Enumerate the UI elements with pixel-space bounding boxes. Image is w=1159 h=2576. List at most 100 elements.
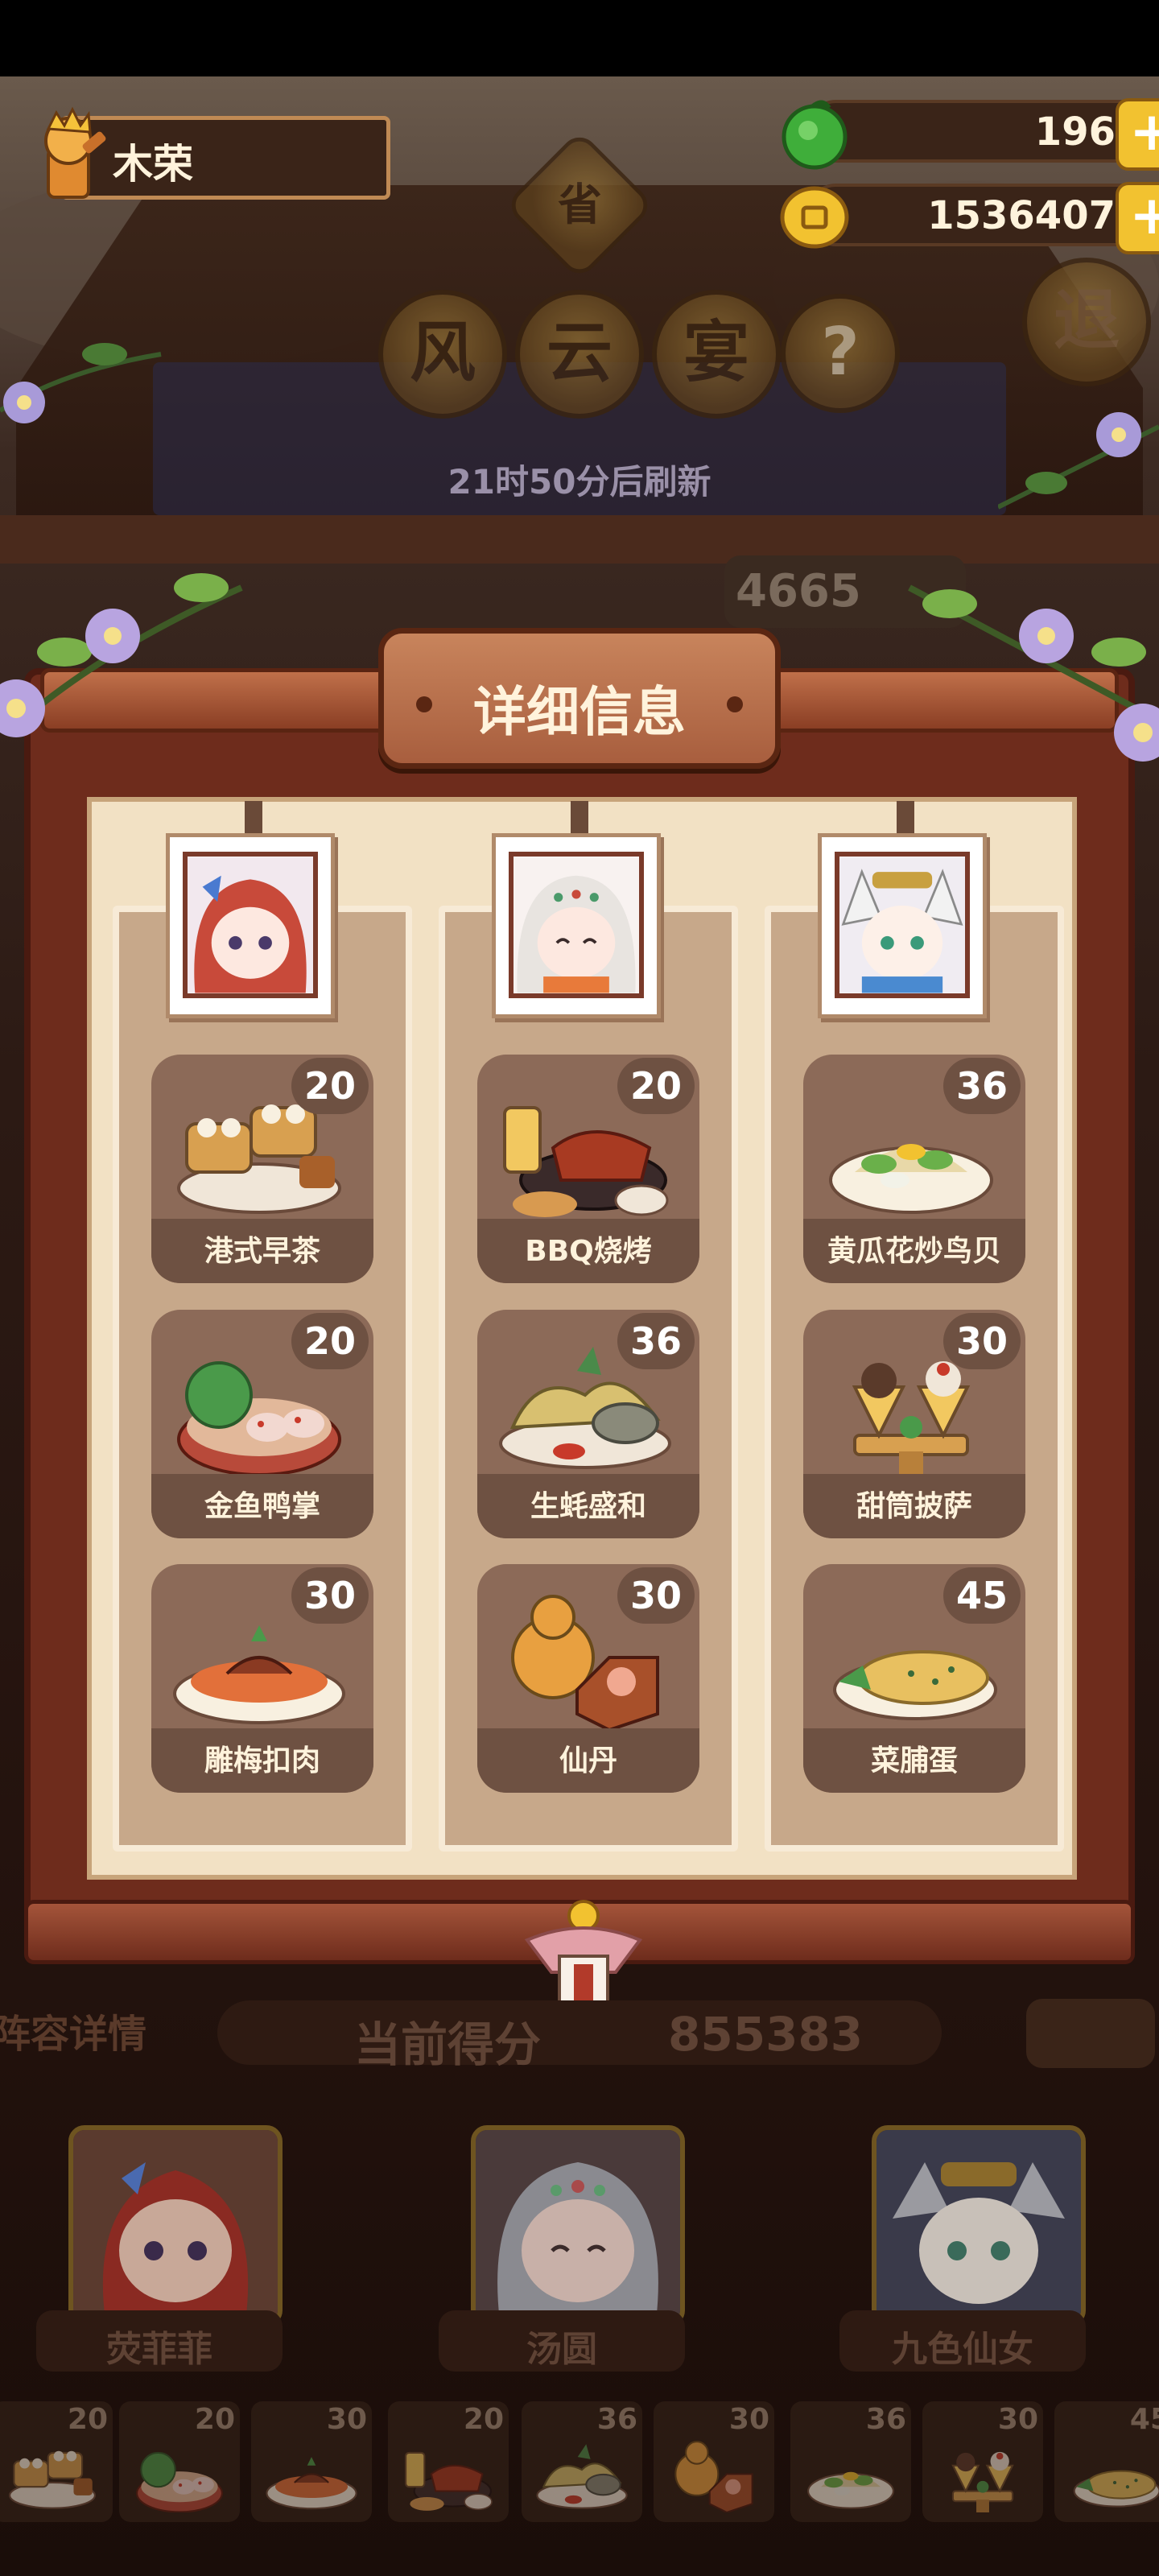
dish-card[interactable]: 港式早茶 20 <box>151 1055 373 1283</box>
portrait-frame <box>835 852 970 998</box>
strip-dish-item[interactable]: 36 <box>790 2401 911 2522</box>
dish-count-badge: 20 <box>617 1058 695 1114</box>
strip-dish-count: 45 <box>1129 2403 1159 2436</box>
dish-count-badge: 20 <box>291 1058 369 1114</box>
dish-card[interactable]: 菜脯蛋 45 <box>803 1564 1025 1793</box>
dish-card[interactable]: BBQ烧烤 20 <box>477 1055 699 1283</box>
refresh-timer: 21时50分后刷新 <box>448 462 711 502</box>
yun-button[interactable]: 云 <box>515 290 644 419</box>
vine-decoration-icon <box>998 412 1159 510</box>
yan-button[interactable]: 宴 <box>652 290 781 419</box>
strip-dish-item[interactable]: 30 <box>922 2401 1043 2522</box>
jade-amount: 196 <box>1034 109 1116 155</box>
dish-card[interactable]: 仙丹 30 <box>477 1564 699 1793</box>
province-char: 省 <box>558 179 602 231</box>
portrait-clip <box>897 801 914 833</box>
score-label: 当前得分 <box>354 2017 542 2072</box>
character-portrait-icon <box>514 857 639 993</box>
dish-count-badge: 30 <box>617 1567 695 1624</box>
strip-dish-count: 36 <box>596 2403 637 2436</box>
strip-dish-item[interactable]: 20 <box>0 2401 113 2522</box>
strip-dish-item[interactable]: 45 <box>1054 2401 1159 2522</box>
dish-count-badge: 30 <box>291 1567 369 1624</box>
dish-name: 黄瓜花炒鸟贝 <box>827 1235 1001 1268</box>
vine-decoration-icon <box>0 343 162 423</box>
modal-title-plaque: 详细信息 <box>378 628 781 769</box>
hero-name: 荧菲菲 <box>106 2329 212 2370</box>
strip-dish-item[interactable]: 36 <box>522 2401 642 2522</box>
character-portrait[interactable] <box>492 833 661 1018</box>
dish-icon <box>951 2451 1014 2512</box>
hero-portrait <box>471 2125 685 2326</box>
strip-dish-count: 30 <box>728 2403 769 2436</box>
dish-count-badge: 30 <box>943 1313 1021 1369</box>
dish-card[interactable]: 黄瓜花炒鸟贝 36 <box>803 1055 1025 1283</box>
dish-card[interactable]: 甜筒披萨 30 <box>803 1310 1025 1538</box>
feng-button[interactable]: 风 <box>378 290 507 419</box>
lineup-header: 阵容详情 当前得分 855383 <box>0 1984 1159 2073</box>
dish-name: 菜脯蛋 <box>870 1744 958 1777</box>
character-portrait[interactable] <box>818 833 987 1018</box>
strip-dish-item[interactable]: 20 <box>119 2401 240 2522</box>
character-portrait-icon <box>839 857 965 993</box>
strip-dish-count: 30 <box>326 2403 367 2436</box>
player-info[interactable]: 木荣 <box>24 106 390 203</box>
dish-count-badge: 36 <box>943 1058 1021 1114</box>
character-portrait-icon <box>188 857 313 993</box>
dish-card[interactable]: 雕梅扣肉 30 <box>151 1564 373 1793</box>
dish-name: BBQ烧烤 <box>525 1235 652 1268</box>
dish-icon <box>136 2451 223 2512</box>
add-coins-button[interactable]: + <box>1116 182 1159 254</box>
player-avatar-icon <box>44 106 106 199</box>
score-value: 855383 <box>668 2007 864 2062</box>
dish-icon <box>405 2451 493 2511</box>
exit-button[interactable]: 退 <box>1022 258 1151 386</box>
flower-decoration-icon <box>0 573 243 737</box>
hero-portrait-icon <box>476 2130 680 2322</box>
dish-count-badge: 45 <box>943 1567 1021 1624</box>
hero-card-1[interactable]: 荧菲菲 <box>36 2125 283 2372</box>
green-jade-icon <box>782 100 848 170</box>
strip-dish-count: 30 <box>997 2403 1038 2436</box>
strip-dish-count: 20 <box>194 2403 235 2436</box>
help-button[interactable]: ? <box>781 294 900 413</box>
strip-dish-count: 36 <box>865 2403 906 2436</box>
dish-name: 港式早茶 <box>204 1235 320 1268</box>
dish-name: 金鱼鸭掌 <box>204 1490 320 1523</box>
dish-icon <box>807 2471 894 2509</box>
portrait-frame <box>183 852 318 998</box>
strip-dish-count: 20 <box>67 2403 108 2436</box>
score-bar: 当前得分 855383 <box>217 2000 942 2072</box>
character-portrait[interactable] <box>166 833 335 1018</box>
dish-icon <box>674 2441 753 2512</box>
hero-name: 九色仙女 <box>892 2329 1033 2370</box>
dish-icon <box>536 2444 628 2509</box>
reset-button[interactable] <box>1026 1999 1155 2068</box>
hero-card-3[interactable]: 九色仙女 <box>839 2125 1086 2372</box>
add-jade-button[interactable]: + <box>1116 98 1159 171</box>
dish-count-badge: 36 <box>617 1313 695 1369</box>
dish-card[interactable]: 金鱼鸭掌 20 <box>151 1310 373 1538</box>
jade-currency: 196 + <box>782 98 1159 171</box>
portrait-clip <box>245 801 262 833</box>
player-name: 木荣 <box>113 141 193 188</box>
dish-icon <box>1073 2470 1159 2508</box>
modal-title: 详细信息 <box>473 681 686 743</box>
dish-card[interactable]: 生蚝盛和 36 <box>477 1310 699 1538</box>
hero-name: 汤圆 <box>526 2329 597 2370</box>
strip-dish-item[interactable]: 30 <box>654 2401 774 2522</box>
dish-icon <box>266 2457 357 2510</box>
strip-dish-item[interactable]: 20 <box>388 2401 509 2522</box>
hero-portrait-icon <box>876 2130 1081 2322</box>
hero-portrait <box>68 2125 283 2326</box>
dish-strip: 20 20 30 20 36 30 36 30 45 <box>0 2401 1159 2522</box>
hero-card-2[interactable]: 汤圆 <box>439 2125 685 2372</box>
lineup-title[interactable]: 阵容详情 <box>0 2002 146 2058</box>
hero-portrait <box>872 2125 1086 2326</box>
dish-name: 雕梅扣肉 <box>204 1744 320 1777</box>
strip-dish-item[interactable]: 30 <box>251 2401 372 2522</box>
status-bar <box>0 0 1159 76</box>
coin-currency: 1536407 + <box>780 182 1159 254</box>
dish-count-badge: 20 <box>291 1313 369 1369</box>
dish-name: 生蚝盛和 <box>530 1490 646 1523</box>
